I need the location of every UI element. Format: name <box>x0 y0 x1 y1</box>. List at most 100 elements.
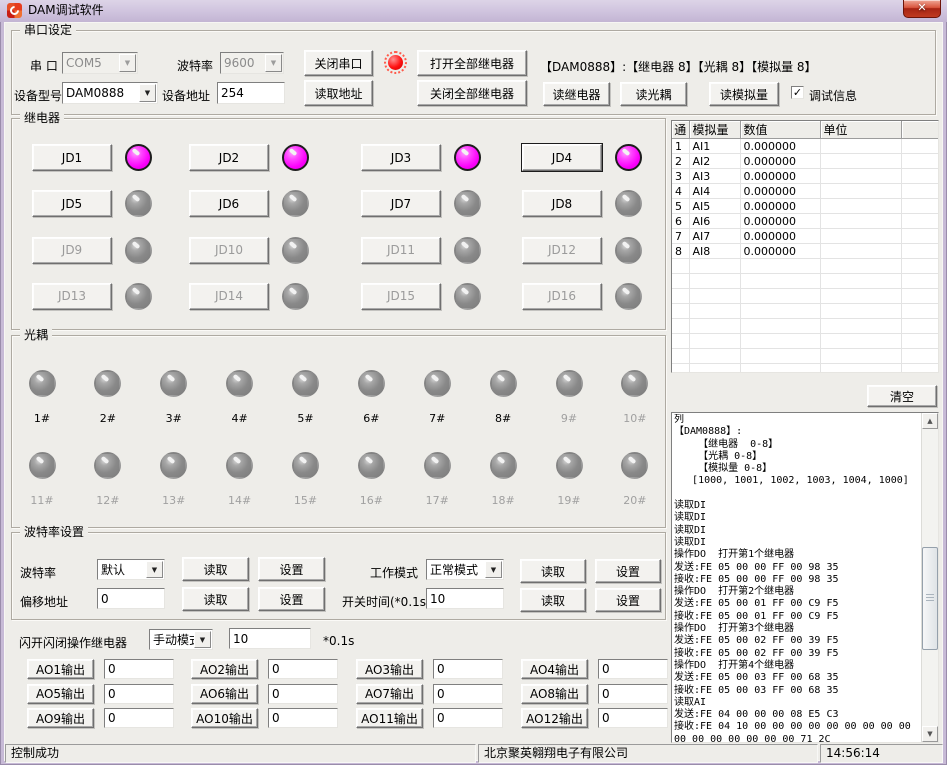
ao-output-button[interactable]: AO4输出 <box>521 659 588 679</box>
baudrate-set-button[interactable]: 设置 <box>258 557 325 581</box>
relay-channel: JD14 <box>189 283 361 329</box>
scroll-down-icon[interactable]: ▼ <box>922 726 938 742</box>
baudrate-read-button[interactable]: 读取 <box>182 557 249 581</box>
ao-output-button[interactable]: AO5输出 <box>27 684 94 704</box>
opto-row-2: 11# 12# 13# 14# 15# 16# 17# 18# 19# 20# <box>20 452 657 507</box>
ao-output-grid: AO1输出 AO2输出 AO3输出 AO4输出 AO5输出 AO6输出 AO7输… <box>27 659 687 733</box>
read-address-button[interactable]: 读取地址 <box>304 80 373 106</box>
device-model-select[interactable]: DAM0888 ▼ <box>62 82 158 104</box>
relay-button[interactable]: JD4 <box>522 144 602 171</box>
dropdown-arrow-icon[interactable]: ▼ <box>119 54 136 72</box>
analog-channel: 6 <box>672 214 689 229</box>
opto-led-icon <box>358 452 385 479</box>
ao-output-button[interactable]: AO10输出 <box>191 708 258 728</box>
ao-value-input[interactable] <box>104 708 174 728</box>
read-relay-button[interactable]: 读继电器 <box>543 82 610 106</box>
switch-time-read-button[interactable]: 读取 <box>520 588 586 612</box>
dropdown-arrow-icon[interactable]: ▼ <box>485 561 502 578</box>
opto-channel: 7# <box>415 370 459 425</box>
close-button[interactable]: ✕ <box>903 0 941 18</box>
close-port-button[interactable]: 关闭串口 <box>304 50 373 76</box>
relay-button[interactable]: JD9 <box>32 237 112 264</box>
relay-button[interactable]: JD3 <box>361 144 441 171</box>
ao-output-button[interactable]: AO3输出 <box>356 659 423 679</box>
relay-button[interactable]: JD10 <box>189 237 269 264</box>
relay-channel: JD5 <box>32 190 189 236</box>
ao-output-button[interactable]: AO9输出 <box>27 708 94 728</box>
work-mode-read-button[interactable]: 读取 <box>520 559 586 583</box>
dropdown-arrow-icon[interactable]: ▼ <box>265 54 282 72</box>
switch-time-input[interactable] <box>426 588 504 609</box>
ao-value-input[interactable] <box>268 684 338 704</box>
ao-value-input[interactable] <box>433 684 503 704</box>
relay-button[interactable]: JD11 <box>361 237 441 264</box>
dropdown-arrow-icon[interactable]: ▼ <box>194 631 211 648</box>
relay-channel: JD12 <box>522 237 657 283</box>
debug-info-label: 调试信息 <box>809 87 857 104</box>
offset-read-button[interactable]: 读取 <box>182 587 249 611</box>
ao-output-button[interactable]: AO1输出 <box>27 659 94 679</box>
relay-button[interactable]: JD6 <box>189 190 269 217</box>
flash-time-input[interactable] <box>229 628 311 649</box>
relay-button[interactable]: JD15 <box>361 283 441 310</box>
read-analog-button[interactable]: 读模拟量 <box>709 82 779 106</box>
relay-button[interactable]: JD12 <box>522 237 602 264</box>
offset-set-button[interactable]: 设置 <box>258 587 325 611</box>
relay-button[interactable]: JD8 <box>522 190 602 217</box>
scroll-up-icon[interactable]: ▲ <box>922 413 938 429</box>
device-address-input[interactable] <box>217 82 285 104</box>
clear-log-button[interactable]: 清空 <box>867 385 937 407</box>
analog-table-row: 3 AI3 0.000000 <box>672 169 938 184</box>
opto-channel: 2# <box>86 370 130 425</box>
relay-button[interactable]: JD5 <box>32 190 112 217</box>
ao-output: AO10输出 <box>191 708 356 733</box>
switch-time-set-button[interactable]: 设置 <box>595 588 661 612</box>
dropdown-arrow-icon[interactable]: ▼ <box>146 561 163 578</box>
ao-output-button[interactable]: AO7输出 <box>356 684 423 704</box>
relay-button[interactable]: JD16 <box>522 283 602 310</box>
offset-address-input[interactable] <box>97 588 165 609</box>
ao-value-input[interactable] <box>268 708 338 728</box>
serial-settings-group: 串口设定 串 口 COM5 ▼ 波特率 9600 ▼ 关闭串口 打开全部继电器 … <box>11 30 936 115</box>
baudrate-select[interactable]: 9600 ▼ <box>220 52 284 74</box>
ao-value-input[interactable] <box>104 684 174 704</box>
relay-button[interactable]: JD7 <box>361 190 441 217</box>
opto-led-icon <box>94 452 121 479</box>
work-mode-set-button[interactable]: 设置 <box>595 559 661 583</box>
ao-output-button[interactable]: AO2输出 <box>191 659 258 679</box>
dropdown-arrow-icon[interactable]: ▼ <box>139 84 156 102</box>
ao-value-input[interactable] <box>433 708 503 728</box>
ao-output: AO4输出 <box>521 659 687 684</box>
relay-button[interactable]: JD1 <box>32 144 112 171</box>
open-all-relays-button[interactable]: 打开全部继电器 <box>417 50 527 76</box>
log-scrollbar[interactable]: ▲ ▼ <box>921 413 938 742</box>
close-all-relays-button[interactable]: 关闭全部继电器 <box>417 80 527 106</box>
opto-led-icon <box>556 370 583 397</box>
port-select[interactable]: COM5 ▼ <box>62 52 138 74</box>
baudrate-setting-select[interactable]: 默认 ▼ <box>97 559 165 580</box>
relay-button[interactable]: JD13 <box>32 283 112 310</box>
ao-value-input[interactable] <box>598 684 668 704</box>
relay-button[interactable]: JD14 <box>189 283 269 310</box>
ao-value-input[interactable] <box>598 659 668 679</box>
log-line: 接收:FE 05 00 00 FF 00 98 35 <box>674 574 922 586</box>
debug-info-checkbox[interactable]: ✓ <box>791 86 804 99</box>
scrollbar-thumb[interactable] <box>922 547 938 650</box>
read-opto-button[interactable]: 读光耦 <box>620 82 687 106</box>
ao-output-button[interactable]: AO11输出 <box>356 708 423 728</box>
ao-value-input[interactable] <box>268 659 338 679</box>
work-mode-select[interactable]: 正常模式 ▼ <box>426 559 504 580</box>
ao-output-button[interactable]: AO6输出 <box>191 684 258 704</box>
log-line <box>674 488 922 500</box>
flash-mode-select[interactable]: 手动模式 ▼ <box>149 629 213 650</box>
ao-output-button[interactable]: AO12输出 <box>521 708 588 728</box>
debug-log-panel[interactable]: 列【DAM0888】: 【继电器 0-8】 【光耦 0-8】 【模拟量 0-8】… <box>671 412 939 743</box>
opto-channel-label: 1# <box>34 412 50 425</box>
opto-led-icon <box>160 452 187 479</box>
ao-value-input[interactable] <box>598 708 668 728</box>
ao-value-input[interactable] <box>104 659 174 679</box>
ao-value-input[interactable] <box>433 659 503 679</box>
log-content: 列【DAM0888】: 【继电器 0-8】 【光耦 0-8】 【模拟量 0-8】… <box>674 414 922 742</box>
relay-button[interactable]: JD2 <box>189 144 269 171</box>
ao-output-button[interactable]: AO8输出 <box>521 684 588 704</box>
